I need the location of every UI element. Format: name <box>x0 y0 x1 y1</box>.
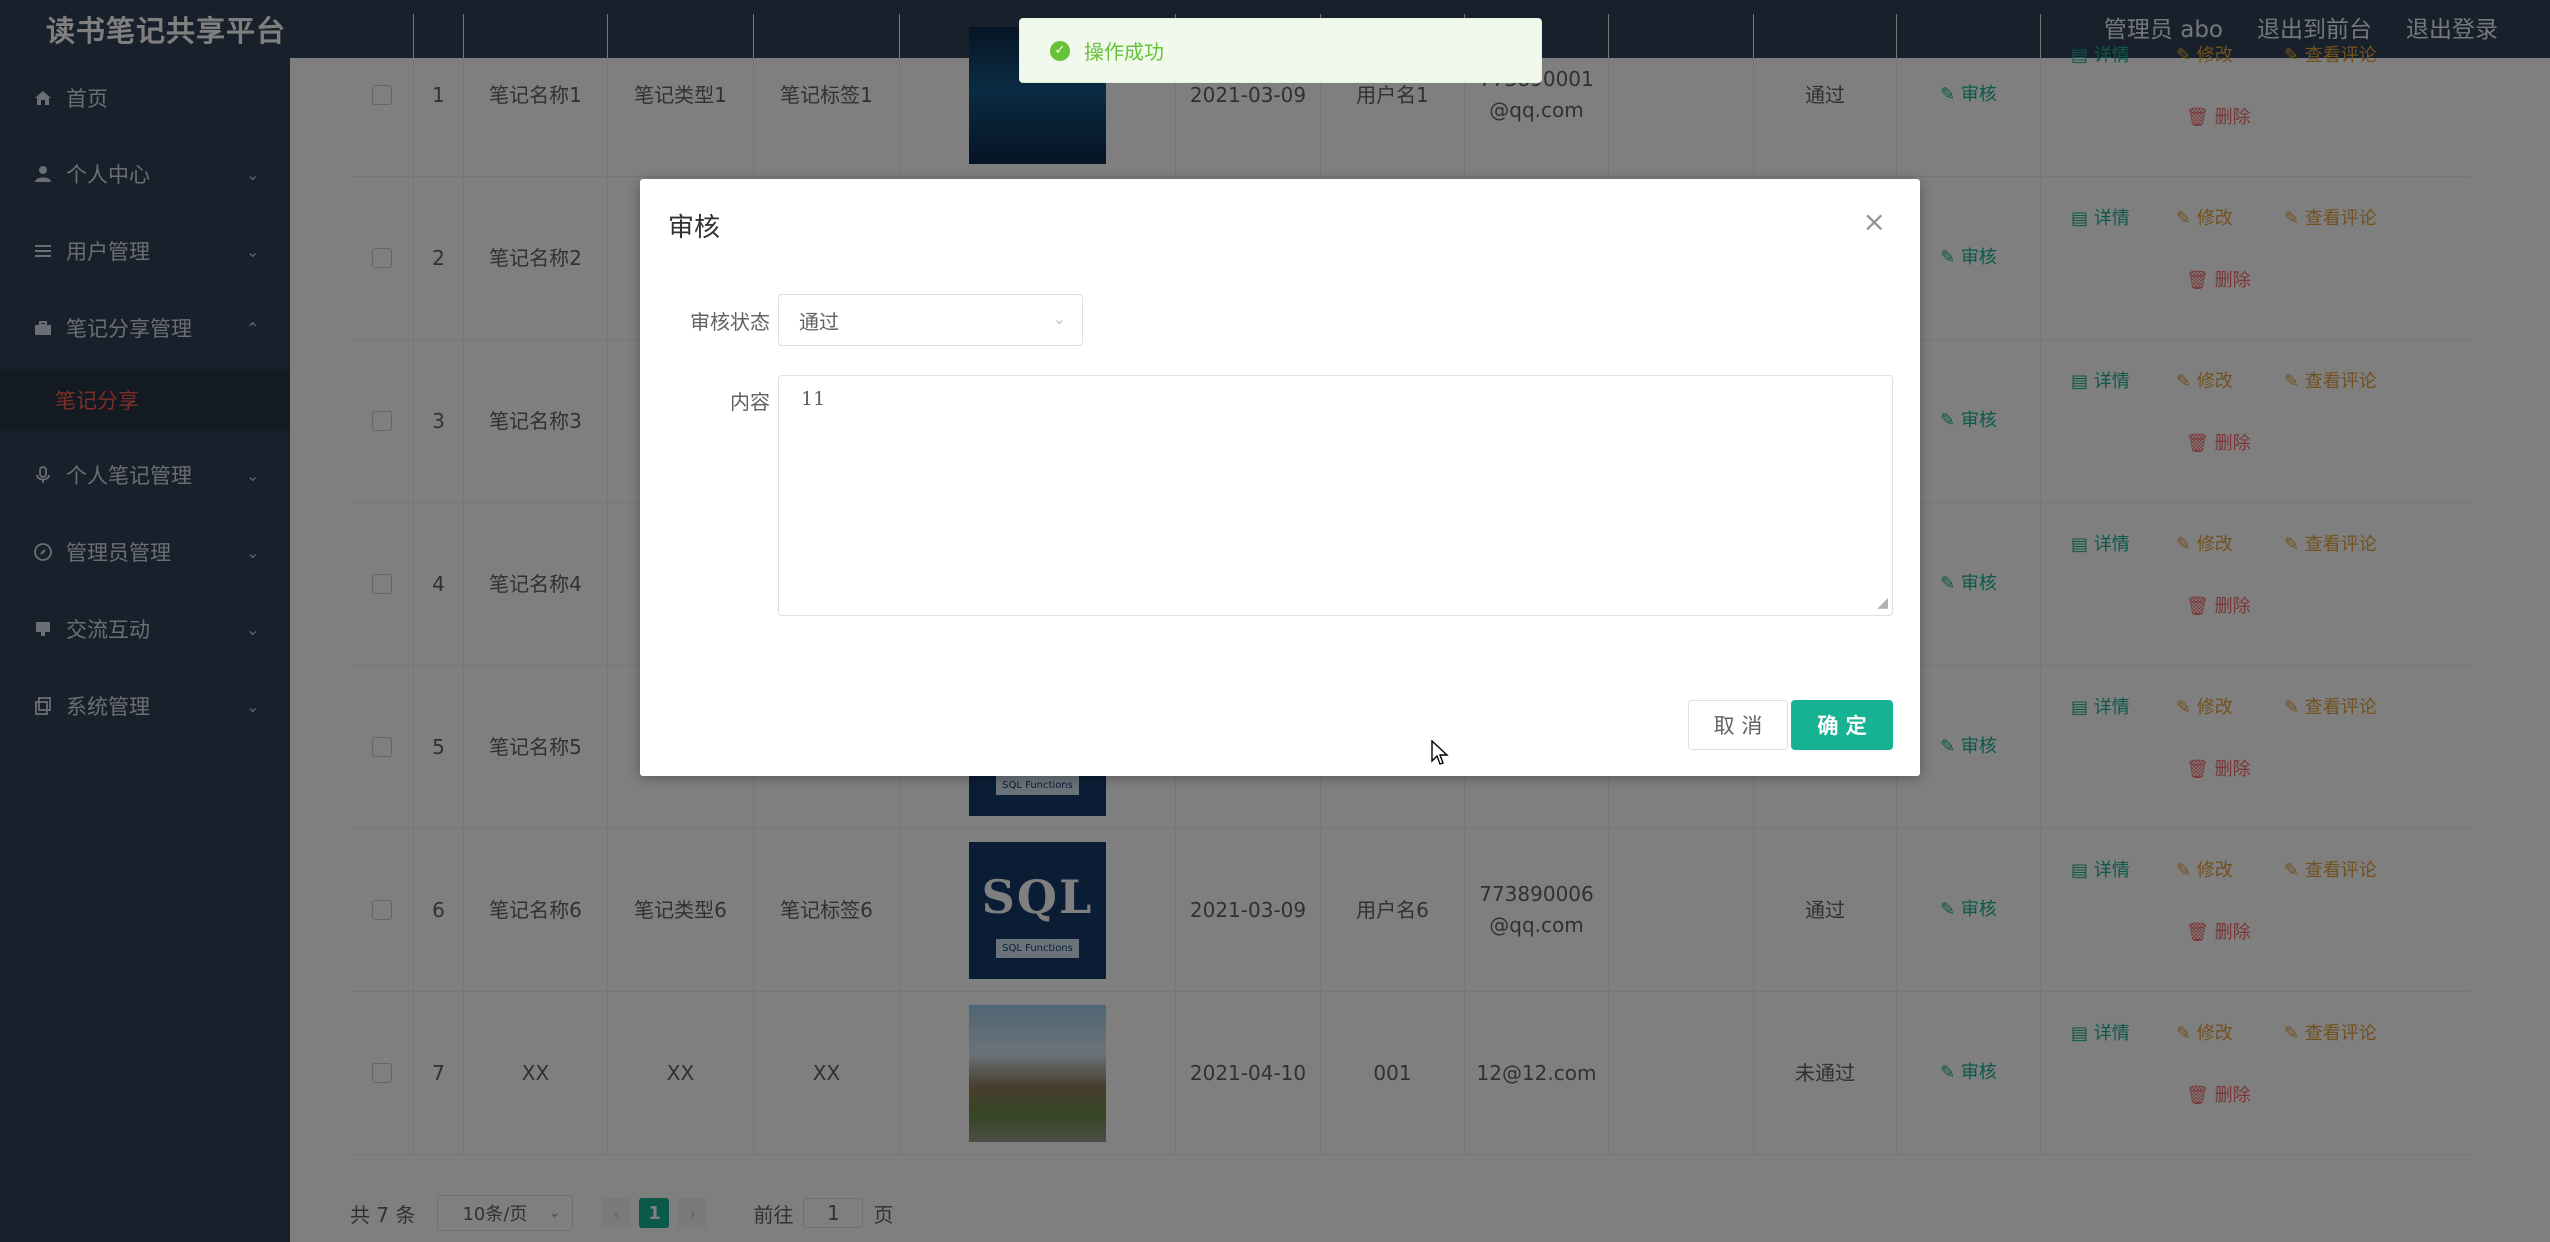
close-icon[interactable]: × <box>1863 205 1886 238</box>
dialog-title: 审核 <box>668 213 721 243</box>
success-toast: ✓ 操作成功 <box>1019 18 1542 83</box>
content-label: 内容 <box>730 390 770 414</box>
chevron-down-icon: ⌄ <box>1052 309 1066 328</box>
check-circle-icon: ✓ <box>1050 40 1070 61</box>
status-select[interactable]: 通过 ⌄ <box>778 294 1083 346</box>
toast-message: 操作成功 <box>1084 40 1164 64</box>
cancel-button[interactable]: 取 消 <box>1688 700 1788 750</box>
status-select-value: 通过 <box>799 309 839 334</box>
resize-handle-icon[interactable]: ◢ <box>1877 595 1888 611</box>
confirm-button[interactable]: 确 定 <box>1791 700 1893 750</box>
content-textarea[interactable]: 11 ◢ <box>778 375 1893 616</box>
status-label: 审核状态 <box>690 310 770 334</box>
content-textarea-value: 11 <box>801 388 826 410</box>
mouse-cursor-icon <box>1431 739 1449 770</box>
review-dialog: 审核 × 审核状态 通过 ⌄ 内容 11 ◢ 取 消 确 定 <box>640 179 1920 776</box>
